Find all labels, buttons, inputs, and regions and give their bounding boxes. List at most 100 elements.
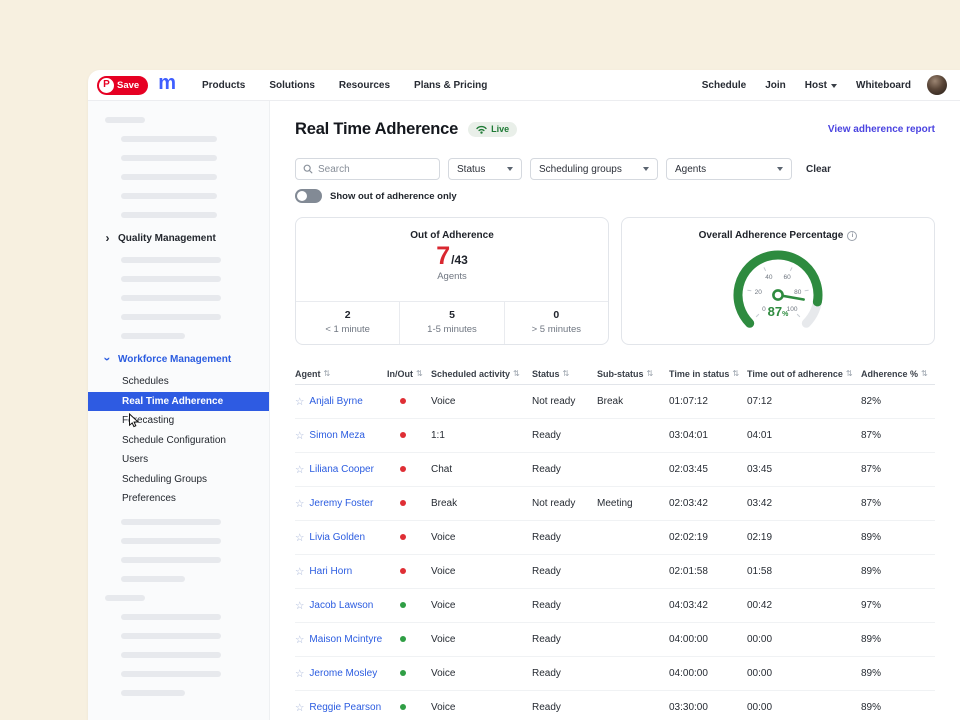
- column-header-adherence[interactable]: Adherence %⇅: [861, 369, 935, 379]
- skeleton-bar: [121, 136, 217, 142]
- column-header-time-out-of-adherence[interactable]: Time out of adherence⇅: [747, 369, 861, 379]
- sidebar-item-workforce-management[interactable]: ›Workforce Management: [104, 352, 269, 366]
- pinterest-save-button[interactable]: P Save: [97, 76, 148, 95]
- nav-item-solutions[interactable]: Solutions: [269, 80, 315, 91]
- cell-time-in-status: 04:00:00: [669, 668, 747, 679]
- toggle-label: Show out of adherence only: [330, 191, 457, 202]
- nav-item-whiteboard[interactable]: Whiteboard: [856, 80, 911, 91]
- top-navigation: P Save m Products Solutions Resources Plans…: [88, 70, 960, 101]
- cell-in-out: [387, 396, 431, 407]
- cell-scheduled-activity: Voice: [431, 702, 532, 713]
- sidebar-item-quality-management[interactable]: ›Quality Management: [104, 231, 269, 245]
- cell-scheduled-activity: Voice: [431, 600, 532, 611]
- nav-item-join[interactable]: Join: [765, 80, 786, 91]
- cell-adherence: 87%: [861, 498, 935, 509]
- column-header-time-in-status[interactable]: Time in status⇅: [669, 369, 747, 379]
- sidebar-item-preferences[interactable]: Preferences: [88, 489, 269, 509]
- cell-time-in-status: 03:30:00: [669, 702, 747, 713]
- cell-scheduled-activity: Break: [431, 498, 532, 509]
- search-input-field[interactable]: [318, 164, 432, 175]
- nav-item-host[interactable]: Host: [805, 80, 837, 91]
- star-icon[interactable]: ☆: [295, 498, 304, 510]
- status-dropdown[interactable]: Status: [448, 158, 522, 180]
- cell-agent: ☆ Jacob Lawson: [295, 600, 387, 612]
- search-input[interactable]: [295, 158, 440, 180]
- star-icon[interactable]: ☆: [295, 600, 304, 612]
- live-badge: Live: [468, 122, 517, 137]
- pinterest-icon: P: [99, 78, 114, 93]
- cell-status: Ready: [532, 430, 597, 441]
- column-header-agent[interactable]: Agent⇅: [295, 369, 387, 379]
- cell-time-out-of-adherence: 07:12: [747, 396, 861, 407]
- skeleton-bar: [105, 595, 145, 601]
- cell-in-out: [387, 668, 431, 679]
- info-icon[interactable]: i: [847, 231, 857, 241]
- skeleton-bar: [121, 276, 221, 282]
- agent-link[interactable]: Hari Horn: [309, 566, 352, 577]
- cell-sub-status: Break: [597, 396, 669, 407]
- sidebar-item-schedule-configuration[interactable]: Schedule Configuration: [88, 431, 269, 451]
- search-icon: [303, 164, 313, 174]
- star-icon[interactable]: ☆: [295, 464, 304, 476]
- sidebar-item-schedules[interactable]: Schedules: [88, 372, 269, 392]
- star-icon[interactable]: ☆: [295, 566, 304, 578]
- cell-time-in-status: 02:03:45: [669, 464, 747, 475]
- star-icon[interactable]: ☆: [295, 702, 304, 714]
- star-icon[interactable]: ☆: [295, 430, 304, 442]
- agent-link[interactable]: Maison Mcintyre: [309, 634, 382, 645]
- column-header-in-out[interactable]: In/Out⇅: [387, 369, 431, 379]
- page-title: Real Time Adherence: [295, 120, 458, 139]
- avatar[interactable]: [927, 75, 947, 95]
- column-header-scheduled-activity[interactable]: Scheduled activity⇅: [431, 369, 532, 379]
- filters-row: Status Scheduling groups Agents Clear: [295, 158, 935, 180]
- agent-link[interactable]: Jerome Mosley: [309, 668, 377, 679]
- star-icon[interactable]: ☆: [295, 668, 304, 680]
- agents-dropdown[interactable]: Agents: [666, 158, 792, 180]
- star-icon[interactable]: ☆: [295, 396, 304, 408]
- skeleton-bar: [121, 333, 185, 339]
- agent-link[interactable]: Jeremy Foster: [309, 498, 373, 509]
- sidebar-item-forecasting[interactable]: Forecasting: [88, 411, 269, 431]
- cell-status: Ready: [532, 634, 597, 645]
- nav-item-resources[interactable]: Resources: [339, 80, 390, 91]
- cell-time-out-of-adherence: 02:19: [747, 532, 861, 543]
- table-row: ☆Liliana CooperChatReady02:03:4503:4587%: [295, 453, 935, 487]
- sidebar-item-users[interactable]: Users: [88, 450, 269, 470]
- agent-link[interactable]: Reggie Pearson: [309, 702, 381, 713]
- star-icon[interactable]: ☆: [295, 532, 304, 544]
- cell-time-out-of-adherence: 00:42: [747, 600, 861, 611]
- nav-item-schedule[interactable]: Schedule: [702, 80, 746, 91]
- agent-link[interactable]: Livia Golden: [309, 532, 365, 543]
- column-header-sub-status[interactable]: Sub-status⇅: [597, 369, 669, 379]
- cell-time-in-status: 02:01:58: [669, 566, 747, 577]
- skeleton-bar: [121, 212, 217, 218]
- sidebar-item-scheduling-groups[interactable]: Scheduling Groups: [88, 470, 269, 490]
- nav-item-plans-pricing[interactable]: Plans & Pricing: [414, 80, 487, 91]
- filter-dropdowns: Status Scheduling groups Agents: [448, 158, 792, 180]
- view-adherence-report-link[interactable]: View adherence report: [828, 124, 935, 135]
- miro-logo[interactable]: m: [158, 73, 176, 93]
- cell-agent: ☆ Liliana Cooper: [295, 464, 387, 476]
- cell-scheduled-activity: Voice: [431, 668, 532, 679]
- agent-link[interactable]: Jacob Lawson: [309, 600, 373, 611]
- cell-agent: ☆ Anjali Byrne: [295, 396, 387, 408]
- skeleton-bar: [121, 314, 221, 320]
- agent-link[interactable]: Liliana Cooper: [309, 464, 374, 475]
- column-header-status[interactable]: Status⇅: [532, 369, 597, 379]
- scheduling-groups-dropdown[interactable]: Scheduling groups: [530, 158, 658, 180]
- nav-item-products[interactable]: Products: [202, 80, 245, 91]
- clear-filters-button[interactable]: Clear: [806, 164, 831, 175]
- star-icon[interactable]: ☆: [295, 634, 304, 646]
- cell-agent: ☆ Maison Mcintyre: [295, 634, 387, 646]
- out-of-adherence-card: Out of Adherence 7 /43 Agents 2< 1 minut…: [295, 217, 609, 345]
- cell-in-out: [387, 464, 431, 475]
- sort-icon: ⇅: [324, 369, 331, 378]
- agent-link[interactable]: Anjali Byrne: [309, 396, 362, 407]
- adherence-buckets: 2< 1 minute51-5 minutes0> 5 minutes: [296, 301, 608, 344]
- out-of-adherence-title: Out of Adherence: [296, 230, 608, 241]
- out-of-adherence-toggle[interactable]: [295, 189, 322, 203]
- table-row: ☆Anjali ByrneVoiceNot readyBreak01:07:12…: [295, 385, 935, 419]
- sidebar-item-real-time-adherence[interactable]: Real Time Adherence: [88, 392, 269, 412]
- agent-link[interactable]: Simon Meza: [309, 430, 365, 441]
- cell-scheduled-activity: Voice: [431, 532, 532, 543]
